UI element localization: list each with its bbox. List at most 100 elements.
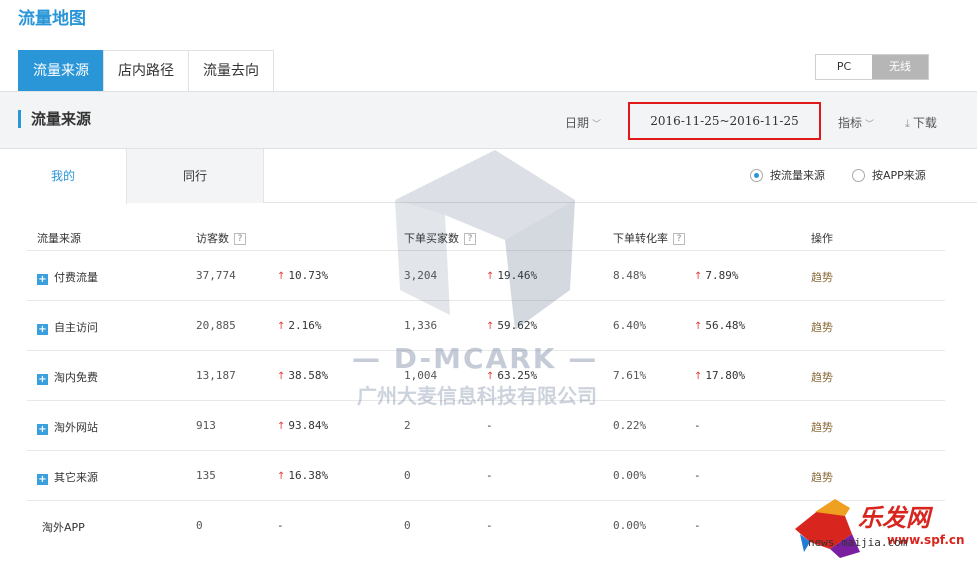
date-label: 日期	[565, 116, 590, 130]
cell-value: 16.38%	[288, 469, 329, 482]
chevron-down-icon: ﹀	[592, 120, 602, 130]
tab-mine[interactable]: 我的	[0, 149, 127, 204]
cell-value: 59.62%	[497, 319, 538, 332]
sub-tabs: 我的 同行 按流量来源 按APP来源	[0, 149, 977, 204]
cell-value: -	[694, 469, 701, 482]
conversion-change-cell: ↑ 7.89%	[694, 269, 739, 282]
action-cell[interactable]: 趋势	[811, 319, 833, 335]
date-range-display[interactable]: 2016-11-25~2016-11-25	[628, 102, 821, 140]
help-icon[interactable]: ?	[464, 233, 476, 245]
buyers-cell: 0	[404, 469, 411, 482]
expand-plus-icon[interactable]: +	[37, 474, 48, 485]
pc-toggle-button[interactable]: PC	[816, 55, 872, 79]
radio-by-traffic-source[interactable]: 按流量来源	[750, 167, 825, 183]
cell-value: 趋势	[811, 271, 833, 284]
action-cell[interactable]: 趋势	[811, 269, 833, 285]
watermark-company: 广州大麦信息科技有限公司	[357, 384, 597, 408]
up-arrow-icon: ↑	[277, 371, 286, 382]
corner-brand: 乐发网	[858, 503, 930, 532]
wireless-toggle-button[interactable]: 无线	[872, 55, 928, 79]
header-conversion: 下单转化率?	[613, 230, 685, 246]
header-buyers-label: 下单买家数	[404, 232, 459, 245]
corner-url: news.maijia.com	[808, 536, 908, 549]
conversion-cell: 0.22%	[613, 419, 646, 432]
visitors-change-cell: ↑ 16.38%	[277, 469, 328, 482]
up-arrow-icon: ↑	[694, 321, 703, 332]
tab-peers[interactable]: 同行	[127, 149, 264, 203]
cell-value: 10.73%	[288, 269, 329, 282]
tab-store-path[interactable]: 店内路径	[103, 50, 189, 91]
download-button[interactable]: ⤓ 下载	[905, 114, 937, 131]
conversion-cell: 0.00%	[613, 469, 646, 482]
conversion-change-cell: -	[694, 469, 701, 482]
cell-value: 0.00%	[613, 519, 647, 532]
expand-plus-icon[interactable]: +	[37, 324, 48, 335]
radio-label: 按APP来源	[872, 169, 926, 182]
cell-value: 8.48%	[613, 269, 647, 282]
radio-label: 按流量来源	[770, 169, 825, 182]
header-visitors-label: 访客数	[196, 232, 229, 245]
cell-value: 93.84%	[288, 419, 329, 432]
expand-plus-icon[interactable]: +	[37, 374, 48, 385]
up-arrow-icon: ↑	[694, 271, 703, 282]
buyers-change-cell: ↑ 19.46%	[486, 269, 537, 282]
help-icon[interactable]: ?	[673, 233, 685, 245]
action-cell[interactable]: 趋势	[811, 469, 833, 485]
radio-unchecked-icon	[852, 168, 865, 182]
source-cell: + 付费流量	[37, 269, 98, 285]
buyers-cell: 2	[404, 419, 411, 432]
source-label: 付费流量	[54, 271, 98, 284]
cell-value: 趋势	[811, 371, 833, 384]
buyers-cell: 0	[404, 519, 411, 532]
expand-plus-icon[interactable]: +	[37, 424, 48, 435]
section-title: 流量来源	[18, 110, 91, 128]
expand-plus-icon[interactable]: +	[37, 274, 48, 285]
cell-value: -	[694, 419, 701, 432]
cell-value: 17.80%	[705, 369, 746, 382]
cell-value: 趋势	[811, 421, 833, 434]
cell-value: 0.00%	[613, 469, 647, 482]
metric-dropdown[interactable]: 指标 ﹀	[838, 114, 874, 131]
page-title: 流量地图	[18, 9, 86, 29]
cell-value: 56.48%	[705, 319, 746, 332]
up-arrow-icon: ↑	[277, 421, 286, 432]
download-icon: ⤓	[905, 117, 910, 130]
tab-traffic-destination[interactable]: 流量去向	[188, 50, 274, 91]
conversion-cell: 7.61%	[613, 369, 646, 382]
visitors-change-cell: ↑ 2.16%	[277, 319, 322, 332]
cell-value: 7.61%	[613, 369, 647, 382]
up-arrow-icon: ↑	[277, 271, 286, 282]
up-arrow-icon: ↑	[277, 471, 286, 482]
buyers-cell: 3,204	[404, 269, 437, 282]
up-arrow-icon: ↑	[277, 321, 286, 332]
action-cell[interactable]: 趋势	[811, 369, 833, 385]
radio-by-app-source[interactable]: 按APP来源	[852, 167, 926, 183]
visitors-cell: 37,774	[196, 269, 236, 282]
header-conversion-label: 下单转化率	[613, 232, 668, 245]
cell-value: 913	[196, 419, 216, 432]
cell-value: 3,204	[404, 269, 438, 282]
date-dropdown[interactable]: 日期 ﹀	[565, 114, 601, 131]
action-cell[interactable]: 趋势	[811, 419, 833, 435]
watermark-brand: — D-MCARK —	[352, 342, 599, 375]
help-icon[interactable]: ?	[234, 233, 246, 245]
buyers-change-cell: -	[486, 519, 493, 532]
cell-value: 6.40%	[613, 319, 647, 332]
cell-value: 0.22%	[613, 419, 647, 432]
conversion-change-cell: -	[694, 419, 701, 432]
cell-value: 2.16%	[288, 319, 322, 332]
tab-traffic-source[interactable]: 流量来源	[18, 50, 104, 91]
up-arrow-icon: ↑	[486, 271, 495, 282]
source-label: 其它来源	[54, 471, 98, 484]
cell-value: -	[486, 519, 493, 532]
cell-value: 13,187	[196, 369, 236, 382]
cell-value: 38.58%	[288, 369, 329, 382]
section-header-bar: 流量来源 日期 ﹀ 2016-11-25~2016-11-25 指标 ﹀ ⤓ 下载	[0, 91, 977, 149]
cell-value: 趋势	[811, 321, 833, 334]
visitors-cell: 13,187	[196, 369, 236, 382]
main-tabs: 流量来源 店内路径 流量去向	[18, 50, 274, 91]
cell-value: 趋势	[811, 471, 833, 484]
cell-value: 1,336	[404, 319, 438, 332]
buyers-cell: 1,336	[404, 319, 437, 332]
visitors-change-cell: ↑ 10.73%	[277, 269, 328, 282]
